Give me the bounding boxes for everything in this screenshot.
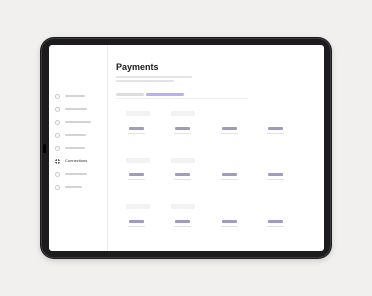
- card-header: [171, 111, 195, 116]
- camera-notch: [43, 144, 46, 153]
- send-icon: [55, 132, 60, 138]
- metric-value: [222, 127, 237, 130]
- card-header: [126, 111, 150, 116]
- tablet-device: Connections Payments: [40, 37, 332, 259]
- sidebar-item-label: [65, 134, 86, 136]
- page-description-line: [116, 76, 192, 78]
- tab-2-active[interactable]: [146, 93, 184, 96]
- sidebar-item-1[interactable]: [55, 93, 85, 99]
- home-icon: [55, 106, 60, 112]
- help-icon: [55, 184, 60, 190]
- main-content: Payments: [116, 45, 324, 251]
- sidebar-item-label: [65, 186, 82, 188]
- sidebar-item-label: [65, 173, 87, 175]
- sidebar-item-label: Connections: [65, 158, 88, 163]
- metric-value: [268, 127, 283, 130]
- metric-caption: [267, 226, 284, 227]
- sidebar-item-8[interactable]: [55, 184, 82, 190]
- page-description-line: [116, 80, 174, 82]
- metric-caption: [174, 133, 191, 134]
- clock-icon: [55, 119, 60, 125]
- metric-value: [129, 127, 144, 130]
- card-header: [126, 158, 150, 163]
- sidebar-item-4[interactable]: [55, 132, 86, 138]
- settings-icon: [55, 171, 60, 177]
- grid-icon: [55, 158, 60, 164]
- card-header: [171, 158, 195, 163]
- metric-caption: [221, 226, 238, 227]
- metric-value: [268, 220, 283, 223]
- metric-value: [175, 127, 190, 130]
- sidebar-item-7[interactable]: [55, 171, 87, 177]
- sidebar-item-label: [65, 121, 91, 123]
- sidebar-item-5[interactable]: [55, 145, 85, 151]
- metric-caption: [174, 226, 191, 227]
- card-header: [126, 204, 150, 209]
- metric-caption: [128, 133, 145, 134]
- tab-1[interactable]: [116, 93, 144, 96]
- circle-icon: [55, 93, 60, 99]
- tabs-divider: [116, 98, 248, 99]
- metric-value: [222, 220, 237, 223]
- metric-value: [175, 173, 190, 176]
- sidebar: Connections: [49, 45, 108, 251]
- page-title: Payments: [116, 62, 159, 72]
- metric-caption: [267, 179, 284, 180]
- metric-value: [222, 173, 237, 176]
- sidebar-item-label: [65, 95, 85, 97]
- metric-caption: [128, 226, 145, 227]
- sidebar-item-3[interactable]: [55, 119, 91, 125]
- metric-caption: [221, 179, 238, 180]
- sidebar-item-label: [65, 147, 85, 149]
- metric-caption: [221, 133, 238, 134]
- sidebar-item-connections[interactable]: Connections: [55, 158, 87, 164]
- metric-value: [175, 220, 190, 223]
- metric-value: [268, 173, 283, 176]
- metric-value: [129, 173, 144, 176]
- metric-caption: [128, 179, 145, 180]
- metric-caption: [267, 133, 284, 134]
- metric-caption: [174, 179, 191, 180]
- sidebar-item-label: [65, 108, 87, 110]
- app-screen: Connections Payments: [49, 45, 324, 251]
- sidebar-item-2[interactable]: [55, 106, 87, 112]
- metric-value: [129, 220, 144, 223]
- user-icon: [55, 145, 60, 151]
- card-header: [171, 204, 195, 209]
